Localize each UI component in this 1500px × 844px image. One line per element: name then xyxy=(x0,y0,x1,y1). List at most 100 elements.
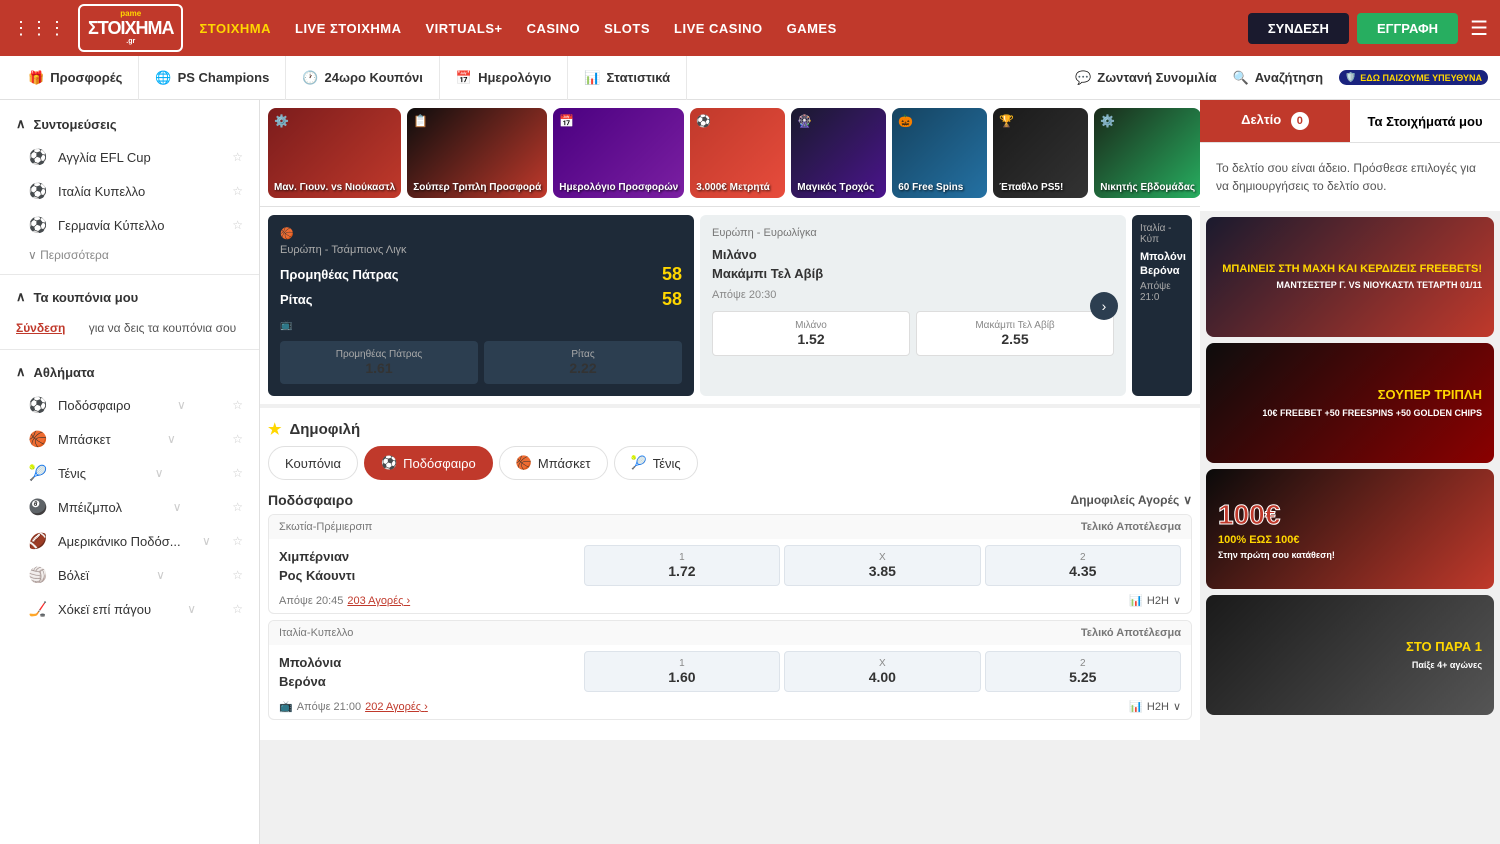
side-banner-2[interactable]: ΣΟΥΠΕΡ ΤΡΙΠΛΗ 10€ FREEBET +50 FREESPINS … xyxy=(1206,343,1494,463)
promo-card-3[interactable]: ⚽ 3.000€ Μετρητά xyxy=(690,108,785,198)
live-matches-row: 🏀 Ευρώπη - Τσάμπιονς Λιγκ Προμηθέας Πάτρ… xyxy=(268,215,1192,396)
market-filter-btn[interactable]: Δημοφιλείς Αγορές ∨ xyxy=(1071,493,1192,507)
odd-value-2-2: 5.25 xyxy=(1069,669,1096,685)
login-button[interactable]: ΣΥΝΔΕΣΗ xyxy=(1248,13,1349,44)
odd-label-2-x: Χ xyxy=(879,658,886,669)
sidebar-item-germany-cup[interactable]: ⚽ Γερμανία Κύπελλο ☆ xyxy=(0,208,259,242)
nav-calendar[interactable]: 📅 Ημερολόγιο xyxy=(440,56,568,100)
star-basketball[interactable]: ☆ xyxy=(232,432,243,446)
side-banner-1[interactable]: ΜΠΑΙΝΕΙΣ ΣΤΗ ΜΑΧΗ ΚΑΙ ΚΕΡΔΙΖΕΙΣ FREEBETS… xyxy=(1206,217,1494,337)
promo-card-2[interactable]: 📅 Ημερολόγιο Προσφορών xyxy=(553,108,684,198)
live-odd-2-team2[interactable]: Μακάμπι Τελ Αβίβ 2.55 xyxy=(916,311,1114,356)
promo-icon-6: 🏆 xyxy=(999,114,1014,128)
live-odd-1-team1[interactable]: Προμηθέας Πάτρας 1.61 xyxy=(280,341,478,384)
register-button[interactable]: ΕΓΓΡΑΦΗ xyxy=(1357,13,1458,44)
star-amfootball[interactable]: ☆ xyxy=(232,534,243,548)
nav-statistics[interactable]: 📊 Στατιστικά xyxy=(568,56,687,100)
live-league-2: Ευρώπη - Ευρωλίγκα xyxy=(712,227,1114,239)
match-result-label-1: Τελικό Αποτέλεσμα xyxy=(1081,521,1181,533)
live-match-2: Ευρώπη - Ευρωλίγκα Μιλάνο Μακάμπι Τελ Αβ… xyxy=(700,215,1126,396)
nav-search[interactable]: 🔍 Αναζήτηση xyxy=(1233,70,1324,86)
tab-coupons[interactable]: Κουπόνια xyxy=(268,446,358,480)
nav-virtuals[interactable]: VIRTUALS+ xyxy=(426,17,503,40)
odd-btn-2-2[interactable]: 2 5.25 xyxy=(985,651,1181,692)
promo-card-1[interactable]: 📋 Σούπερ Τριπλη Προσφορά xyxy=(407,108,547,198)
chevron-down-volleyball: ∨ xyxy=(156,568,165,582)
promo-card-7[interactable]: ⚙️ Νικητής Εβδομάδας xyxy=(1094,108,1200,198)
promo-card-4[interactable]: 🎡 Μαγικός Τροχός xyxy=(791,108,886,198)
odd-label-1a: Προμηθέας Πάτρας xyxy=(284,349,474,360)
betslip-tab[interactable]: Δελτίο 0 xyxy=(1200,100,1350,142)
live-next-arrow-2[interactable]: › xyxy=(1090,292,1118,320)
site-logo[interactable]: pame ΣΤΟΙΧΗΜΑ .gr xyxy=(78,4,183,52)
star-volleyball[interactable]: ☆ xyxy=(232,568,243,582)
odd-btn-1-x[interactable]: Χ 3.85 xyxy=(784,545,980,586)
sidebar-sport-football[interactable]: ⚽ Ποδόσφαιρο ∨ ☆ xyxy=(0,388,259,422)
side-banner-4[interactable]: ΣΤΟ ΠΑΡΑ 1 Παίξε 4+ αγώνες xyxy=(1206,595,1494,715)
live-odd-1-team2[interactable]: Ρίτας 2.22 xyxy=(484,341,682,384)
sidebar-sport-hockey[interactable]: 🏒 Χόκεϊ επί πάγου ∨ ☆ xyxy=(0,592,259,626)
nav-promotions[interactable]: 🎁 Προσφορές xyxy=(12,56,139,100)
nav-stoixima[interactable]: ΣΤΟΙΧΗΜΑ xyxy=(199,17,271,40)
my-bets-tab[interactable]: Τα Στοιχήματά μου xyxy=(1350,102,1500,141)
match-h2h-2[interactable]: 📊 Η2Η ∨ xyxy=(1129,700,1181,713)
nav-live-stoixima[interactable]: LIVE ΣΤΟΙΧΗΜΑ xyxy=(295,17,402,40)
star-hockey[interactable]: ☆ xyxy=(232,602,243,616)
sidebar-sport-american-football[interactable]: 🏈 Αμερικάνικο Ποδόσ... ∨ ☆ xyxy=(0,524,259,558)
tv-match-icon: 📺 xyxy=(279,700,293,713)
star-football[interactable]: ☆ xyxy=(232,398,243,412)
football-sport-icon: ⚽ xyxy=(28,396,48,414)
sidebar-sport-basketball[interactable]: 🏀 Μπάσκετ ∨ ☆ xyxy=(0,422,259,456)
chevron-down-hockey: ∨ xyxy=(187,602,196,616)
shortcuts-section[interactable]: ∧ Συντομεύσεις xyxy=(0,108,259,140)
side-banner-3[interactable]: 100€ 100% ΕΩΣ 100€ Στην πρώτη σου κατάθε… xyxy=(1206,469,1494,589)
promo-card-5[interactable]: 🎃 60 Free Spins xyxy=(892,108,987,198)
match-markets-1[interactable]: 203 Αγορές › xyxy=(347,595,410,607)
coupons-login-link[interactable]: Σύνδεση xyxy=(16,321,65,335)
odd-btn-2-1[interactable]: 1 1.60 xyxy=(584,651,780,692)
nav-live-chat[interactable]: 💬 Ζωντανή Συνομιλία xyxy=(1075,70,1217,86)
grid-icon[interactable]: ⋮⋮⋮ xyxy=(12,18,66,39)
nav-24h-coupon[interactable]: 🕐 24ωρο Κουπόνι xyxy=(286,56,440,100)
chat-icon: 💬 xyxy=(1075,70,1091,86)
show-more-shortcuts[interactable]: ∨ Περισσότερα xyxy=(0,242,259,268)
volleyball-label: Βόλεϊ xyxy=(58,568,89,583)
sec-nav-left: 🎁 Προσφορές 🌐 PS Champions 🕐 24ωρο Κουπό… xyxy=(12,56,687,100)
live-chat-label: Ζωντανή Συνομιλία xyxy=(1097,70,1216,85)
sidebar-sport-volleyball[interactable]: 🏐 Βόλεϊ ∨ ☆ xyxy=(0,558,259,592)
nav-live-casino[interactable]: LIVE CASINO xyxy=(674,17,763,40)
nav-ps-champions[interactable]: 🌐 PS Champions xyxy=(139,56,286,100)
nav-slots[interactable]: SLOTS xyxy=(604,17,650,40)
sidebar-sport-baseball[interactable]: 🎱 Μπέιζμπολ ∨ ☆ xyxy=(0,490,259,524)
sports-section[interactable]: ∧ Αθλήματα xyxy=(0,356,259,388)
hamburger-icon[interactable]: ☰ xyxy=(1470,16,1488,41)
match-h2h-1[interactable]: 📊 Η2Η ∨ xyxy=(1129,594,1181,607)
live-odd-2-team1[interactable]: Μιλάνο 1.52 xyxy=(712,311,910,356)
chevron-down-h2h-1: ∨ xyxy=(1173,594,1181,607)
side-banner-2-title: ΣΟΥΠΕΡ ΤΡΙΠΛΗ xyxy=(1262,387,1482,404)
statistics-icon: 📊 xyxy=(584,70,600,86)
basketball-sport-icon: 🏀 xyxy=(28,430,48,448)
tab-football[interactable]: ⚽ Ποδόσφαιρο xyxy=(364,446,493,480)
tab-tennis[interactable]: 🎾 Τένις xyxy=(614,446,698,480)
odd-btn-1-1[interactable]: 1 1.72 xyxy=(584,545,780,586)
nav-casino[interactable]: CASINO xyxy=(527,17,581,40)
odd-btn-2-x[interactable]: Χ 4.00 xyxy=(784,651,980,692)
calendar-label: Ημερολόγιο xyxy=(478,70,551,85)
ps-champions-label: PS Champions xyxy=(178,70,270,85)
odd-btn-1-2[interactable]: 2 4.35 xyxy=(985,545,1181,586)
star-baseball[interactable]: ☆ xyxy=(232,500,243,514)
promotions-label: Προσφορές xyxy=(50,70,122,85)
sidebar-item-italy-cup[interactable]: ⚽ Ιταλία Κυπελλο ☆ xyxy=(0,174,259,208)
tv-icon: 📺 xyxy=(280,320,292,331)
nav-games[interactable]: GAMES xyxy=(787,17,837,40)
my-coupons-section[interactable]: ∧ Τα κουπόνια μου xyxy=(0,281,259,313)
star-icon: ★ xyxy=(268,420,281,438)
tab-basketball[interactable]: 🏀 Μπάσκετ xyxy=(499,446,608,480)
star-tennis[interactable]: ☆ xyxy=(232,466,243,480)
match-markets-2[interactable]: 202 Αγορές › xyxy=(365,701,428,713)
sidebar-item-efl[interactable]: ⚽ Αγγλία EFL Cup ☆ xyxy=(0,140,259,174)
promo-card-0[interactable]: ⚙️ Μαν. Γιουν. vs Νιούκαστλ xyxy=(268,108,401,198)
promo-card-6[interactable]: 🏆 Έπαθλο PS5! xyxy=(993,108,1088,198)
sidebar-sport-tennis[interactable]: 🎾 Τένις ∨ ☆ xyxy=(0,456,259,490)
